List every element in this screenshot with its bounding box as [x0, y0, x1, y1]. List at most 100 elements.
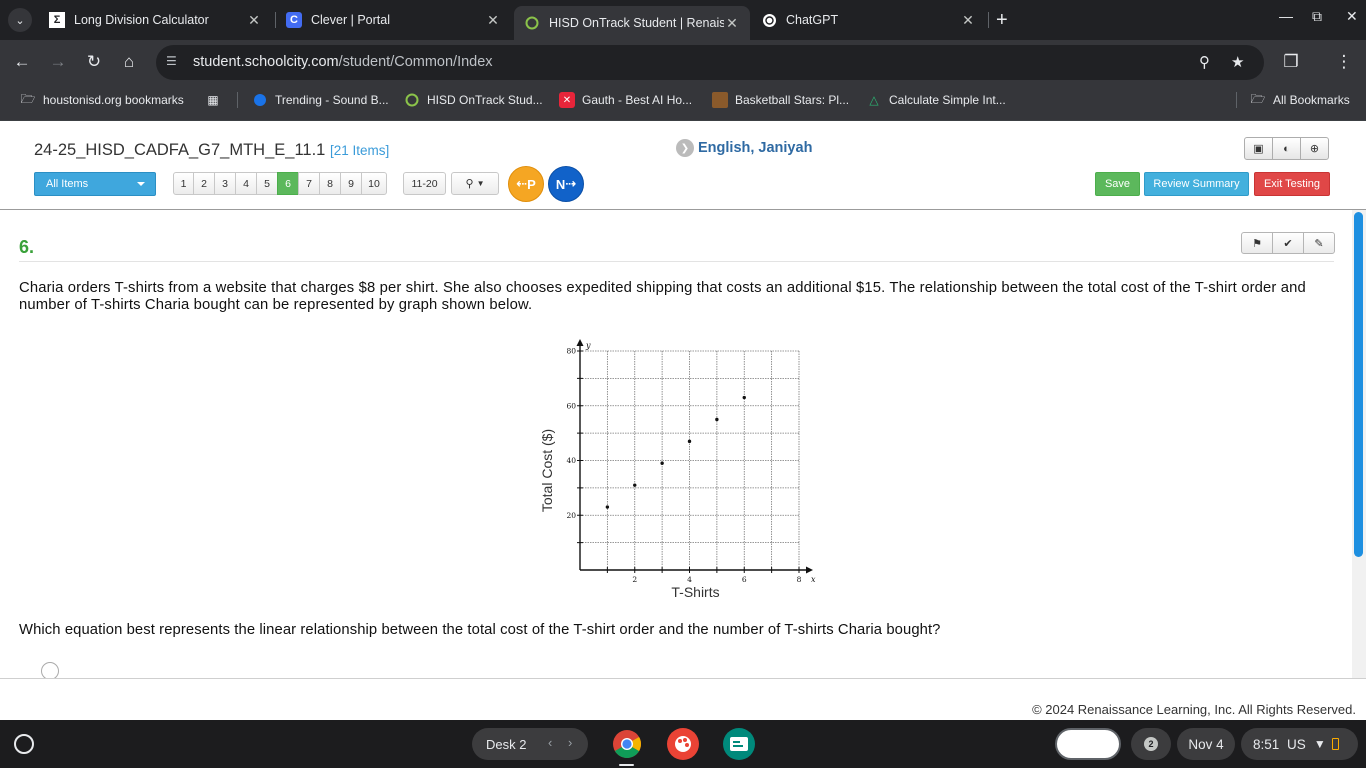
student-name: English, Janiyah	[698, 140, 813, 156]
bookmark-folder-houstonisd[interactable]: 🗁 houstonisd.org bookmarks	[20, 85, 184, 115]
chevron-right-icon[interactable]: ›	[568, 735, 572, 750]
close-window-icon[interactable]: ✕	[1346, 8, 1358, 25]
y-axis-title: Total Cost ($)	[539, 429, 555, 512]
zoom-in-icon[interactable]: ⊕	[1300, 137, 1329, 160]
bookmark-hisd-ontrack[interactable]: HISD OnTrack Stud...	[404, 85, 543, 115]
search-icon: ⚲	[465, 178, 474, 190]
classroom-icon[interactable]	[723, 728, 755, 760]
bookmark-basketball-stars[interactable]: Basketball Stars: Pl...	[712, 85, 849, 115]
tab-title: HISD OnTrack Student | Renaissance	[549, 16, 724, 30]
site-info-icon[interactable]: ☰	[166, 54, 177, 68]
page-button-4[interactable]: 4	[235, 172, 257, 195]
page-button-10[interactable]: 10	[361, 172, 387, 195]
restore-icon[interactable]: ⧉	[1312, 8, 1322, 25]
date-text: Nov 4	[1188, 736, 1224, 752]
page-button-8[interactable]: 8	[319, 172, 341, 195]
student-menu[interactable]: ❯ English, Janiyah	[676, 139, 812, 157]
divider	[19, 261, 1334, 262]
notifications-button[interactable]: 2	[1131, 728, 1171, 760]
scatter-graph: 2 4 6 8 20 40 60 80 x y T-Shirts Total Cost ($)	[539, 339, 816, 598]
close-icon[interactable]: ✕	[960, 12, 976, 29]
contrast-icon[interactable]: ◐	[1272, 137, 1301, 160]
forward-arrow-icon[interactable]: →	[47, 52, 69, 72]
flag-icon[interactable]: ⚑	[1241, 232, 1273, 254]
bookmark-star-icon[interactable]: ★	[1231, 53, 1244, 71]
bookmark-calculate-interest[interactable]: △ Calculate Simple Int...	[866, 85, 1005, 115]
eliminate-check-icon[interactable]: ✔	[1272, 232, 1304, 254]
page-button-2[interactable]: 2	[193, 172, 215, 195]
page-button-7[interactable]: 7	[298, 172, 320, 195]
all-bookmarks-label: All Bookmarks	[1273, 93, 1350, 107]
close-icon[interactable]: ✕	[724, 15, 740, 32]
status-tray[interactable]: 8:51 US ▼	[1241, 728, 1358, 760]
bookmark-trending[interactable]: Trending - Sound B...	[252, 85, 389, 115]
launcher-icon[interactable]	[14, 734, 34, 754]
zoom-magnifier-icon[interactable]: ⚲	[1199, 53, 1210, 71]
item-search-button[interactable]: ⚲ ▼	[451, 172, 499, 195]
tab-long-division[interactable]: Σ Long Division Calculator ✕	[40, 0, 270, 40]
chrome-icon[interactable]	[611, 728, 643, 760]
question-panel[interactable]: 6. ⚑ ✔ ✎ Charia orders T-shirts from a w…	[0, 209, 1366, 679]
next-button[interactable]: N ⇢	[548, 166, 584, 202]
tab-clever[interactable]: C Clever | Portal ✕	[277, 0, 511, 40]
page-button-1[interactable]: 1	[173, 172, 194, 195]
apps-grid-icon[interactable]: ▦	[205, 85, 221, 115]
notification-count: 2	[1144, 737, 1158, 751]
briefcase-icon[interactable]: ▣	[1244, 137, 1273, 160]
desk-switcher[interactable]: Desk 2 ‹ ›	[472, 728, 588, 760]
more-menu-icon[interactable]: ⋮	[1333, 52, 1355, 72]
page-button-5[interactable]: 5	[256, 172, 278, 195]
new-tab-plus-icon[interactable]: +	[996, 10, 1008, 30]
sigma-icon: Σ	[49, 12, 65, 28]
address-bar[interactable]: ☰ student.schoolcity.com/student/Common/…	[156, 45, 1264, 80]
tab-hisd-ontrack[interactable]: HISD OnTrack Student | Renaissance ✕	[514, 6, 750, 40]
basketball-icon	[712, 92, 728, 108]
y-tick-label: 60	[566, 401, 576, 410]
close-icon[interactable]: ✕	[246, 12, 262, 29]
page-button-6[interactable]: 6	[277, 172, 299, 195]
y-axis-arrow	[576, 339, 584, 346]
question-tools: ⚑ ✔ ✎	[1241, 232, 1335, 254]
page-button-3[interactable]: 3	[214, 172, 236, 195]
close-icon[interactable]: ✕	[485, 12, 501, 29]
bookmark-label: Gauth - Best AI Ho...	[582, 93, 693, 107]
ring-icon	[524, 15, 540, 31]
question-text: Charia orders T-shirts from a website th…	[19, 280, 1306, 313]
data-point	[633, 483, 637, 487]
bookmark-gauth[interactable]: ✕ Gauth - Best AI Ho...	[559, 85, 692, 115]
date-button[interactable]: Nov 4	[1177, 728, 1235, 760]
x-tick-label: 4	[687, 575, 692, 584]
item-pager: 1 2 3 4 5 6 7 8 9 10	[173, 172, 387, 195]
bookmark-label: houstonisd.org bookmarks	[43, 93, 184, 107]
tab-separator	[275, 12, 276, 28]
x-tick-label: 8	[797, 575, 802, 584]
art-palette-icon[interactable]	[667, 728, 699, 760]
all-bookmarks[interactable]: 🗁 All Bookmarks	[1250, 85, 1350, 115]
back-arrow-icon[interactable]: ←	[11, 52, 33, 72]
home-icon[interactable]: ⌂	[118, 52, 140, 72]
all-items-dropdown[interactable]: All Items	[34, 172, 156, 196]
test-page: 24-25_HISD_CADFA_G7_MTH_E_11.1 [21 Items…	[0, 121, 1366, 720]
page-button-9[interactable]: 9	[340, 172, 362, 195]
scrollbar[interactable]	[1352, 210, 1366, 678]
wifi-icon: ▼	[1313, 737, 1326, 751]
gauth-icon: ✕	[559, 92, 575, 108]
previous-button[interactable]: ⇠ P	[508, 166, 544, 202]
y-axis-letter: y	[585, 341, 591, 350]
tab-chatgpt[interactable]: ChatGPT ✕	[752, 0, 985, 40]
minimize-icon[interactable]: —	[1279, 8, 1293, 24]
scrollbar-thumb[interactable]	[1354, 212, 1363, 557]
browser-toolbar: ← → ↻ ⌂ ☰ student.schoolcity.com/student…	[0, 40, 1366, 85]
url-text[interactable]: student.schoolcity.com/student/Common/In…	[193, 54, 493, 70]
chevron-left-icon[interactable]: ‹	[548, 735, 552, 750]
answer-radio[interactable]	[41, 662, 59, 678]
reload-icon[interactable]: ↻	[83, 52, 105, 72]
tab-search-chevron-icon[interactable]: ⌄	[8, 8, 32, 32]
exit-testing-button[interactable]: Exit Testing	[1254, 172, 1330, 196]
screen-preview-thumbnail[interactable]	[1055, 728, 1121, 760]
save-button[interactable]: Save	[1095, 172, 1140, 196]
range-button[interactable]: 11-20	[403, 172, 446, 195]
extensions-puzzle-icon[interactable]: ❐	[1280, 52, 1302, 72]
review-summary-button[interactable]: Review Summary	[1144, 172, 1249, 196]
notes-edit-icon[interactable]: ✎	[1303, 232, 1335, 254]
